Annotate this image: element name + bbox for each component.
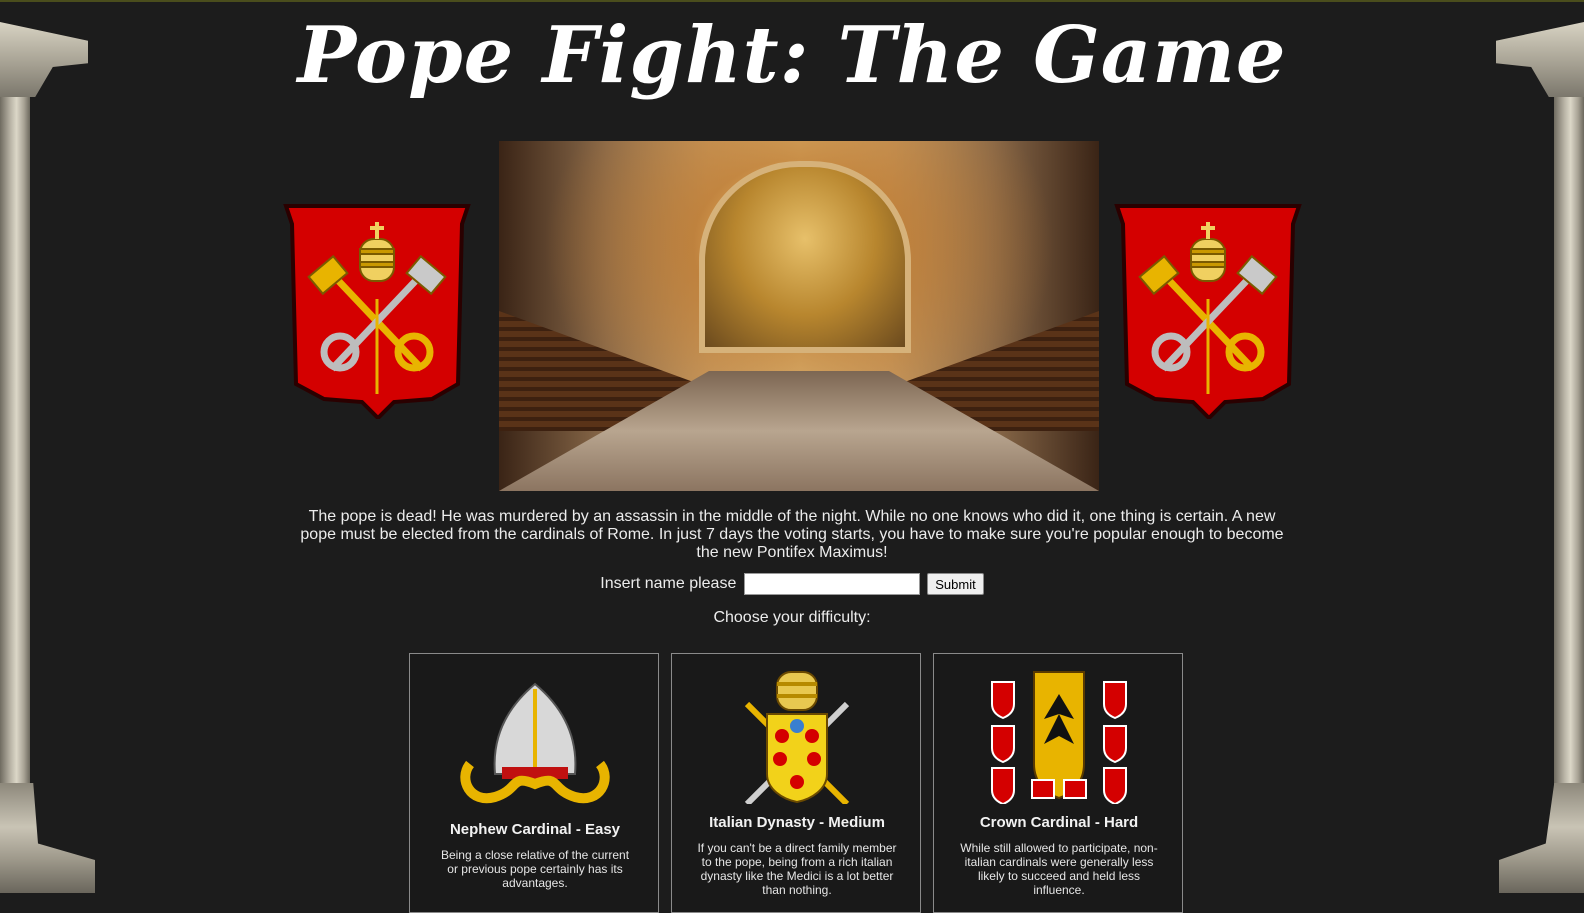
papal-coat-of-arms-left-icon (283, 204, 471, 419)
intro-text: The pope is dead! He was murdered by an … (300, 508, 1284, 561)
name-label: Insert name please (600, 575, 737, 592)
difficulty-description: Being a close relative of the current or… (440, 848, 630, 890)
choose-difficulty-label: Choose your difficulty: (713, 609, 871, 626)
name-input[interactable] (743, 573, 920, 595)
game-title: Pope Fight: The Game (297, 10, 1287, 101)
mitre-icon (460, 682, 610, 804)
difficulty-card-medium[interactable]: Italian Dynasty - Medium If you can't be… (671, 653, 921, 913)
basilica-interior-image (499, 141, 1099, 491)
left-pillar-decoration (0, 2, 95, 893)
difficulty-description: While still allowed to participate, non-… (960, 841, 1158, 897)
medici-crest-icon (744, 671, 850, 804)
difficulty-card-hard[interactable]: Crown Cardinal - Hard While still allowe… (933, 653, 1183, 913)
name-form: Insert name please Submit (0, 573, 1584, 595)
right-pillar-decoration (1489, 2, 1584, 893)
difficulty-title: Crown Cardinal - Hard (979, 814, 1139, 831)
papal-coat-of-arms-right-icon (1114, 204, 1302, 419)
submit-button[interactable]: Submit (927, 573, 984, 595)
imperial-crests-icon (991, 671, 1127, 804)
difficulty-title: Italian Dynasty - Medium (709, 814, 885, 831)
difficulty-title: Nephew Cardinal - Easy (449, 821, 621, 838)
difficulty-description: If you can't be a direct family member t… (697, 841, 897, 897)
difficulty-card-easy[interactable]: Nephew Cardinal - Easy Being a close rel… (409, 653, 659, 913)
